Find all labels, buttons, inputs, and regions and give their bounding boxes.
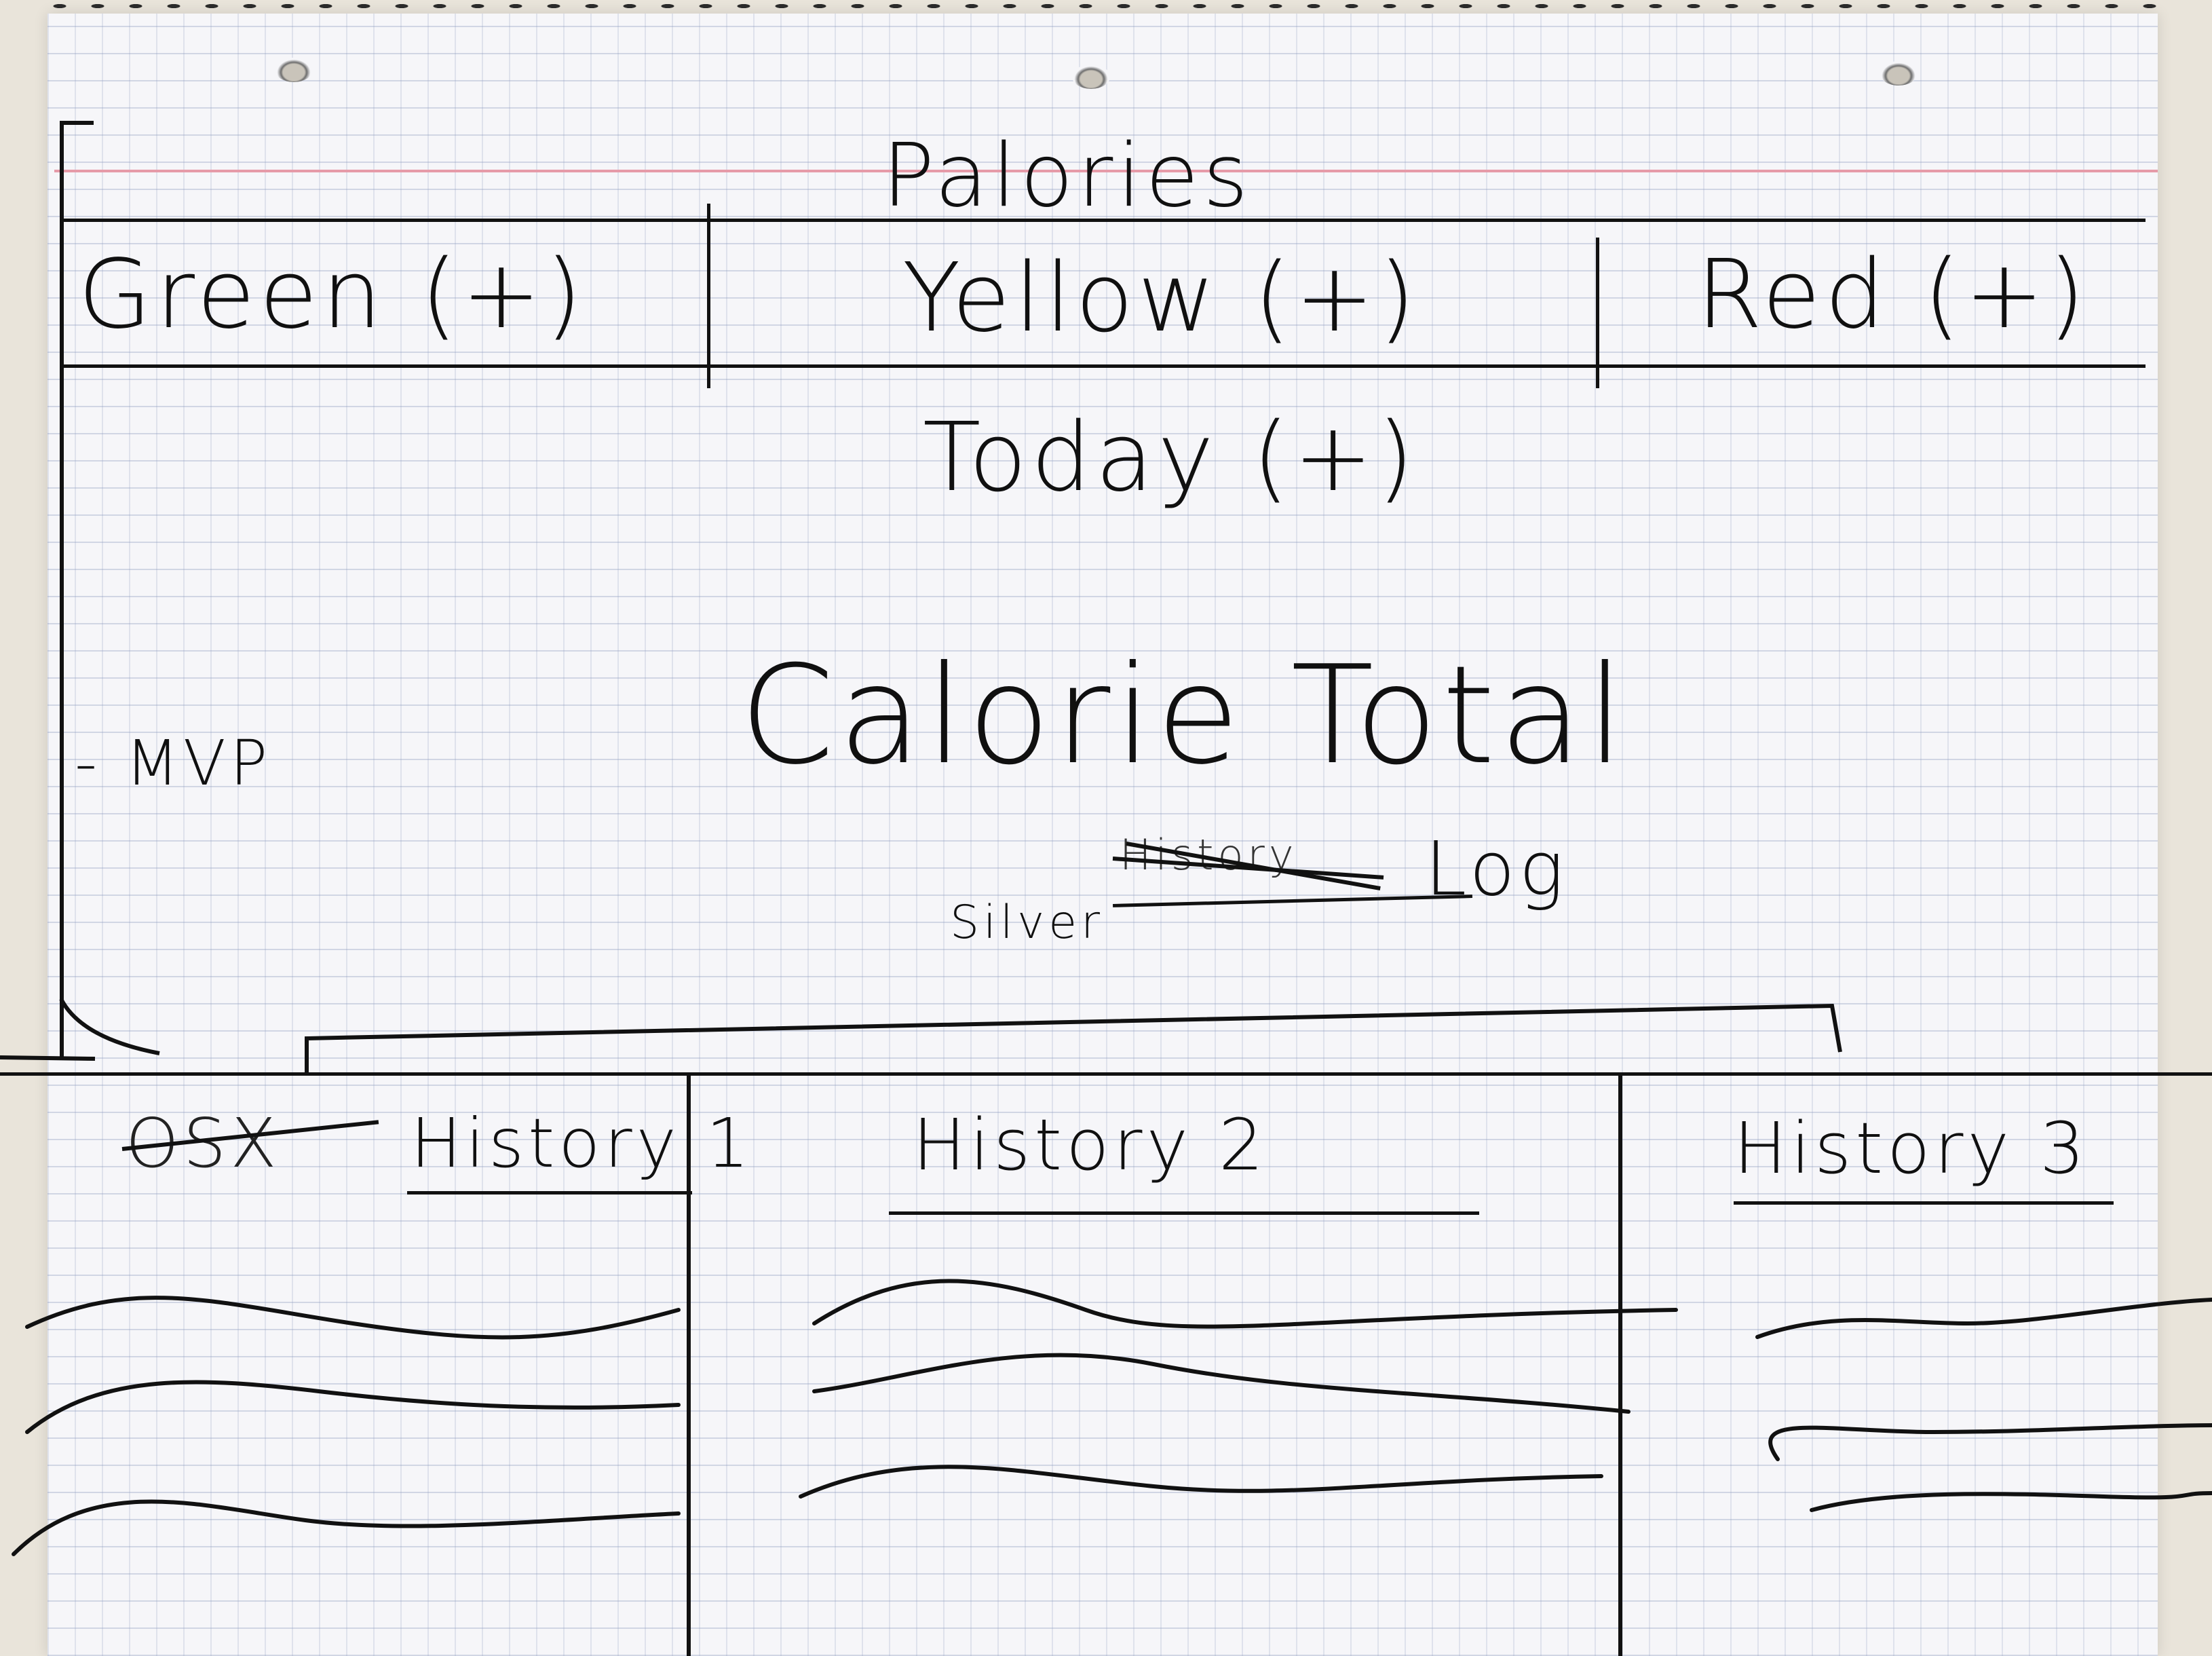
history-1-entry-2 — [25, 1380, 681, 1434]
log-crossed-word: History — [1120, 830, 1298, 880]
rating-divider-1 — [707, 204, 710, 388]
rating-bar-top-line — [62, 219, 2146, 222]
tab-history-2[interactable]: History 2 — [913, 1103, 1267, 1187]
history-2-underline — [889, 1211, 1479, 1215]
tab-history-3[interactable]: History 3 — [1734, 1106, 2089, 1190]
log-label: Log — [1425, 825, 1568, 912]
history-2-entry-2 — [812, 1353, 1631, 1414]
history-3-underline — [1734, 1201, 2114, 1205]
calorie-total-label: Calorie Total — [740, 637, 1628, 795]
tab-history-1[interactable]: History 1 — [411, 1103, 753, 1184]
history-1-entry-3 — [12, 1499, 681, 1556]
history-panel-top-line — [0, 1072, 2212, 1076]
history-bracket — [0, 998, 1842, 1072]
punch-hole-middle — [1072, 64, 1110, 89]
history-2-entry-3 — [799, 1465, 1603, 1499]
history-3-entry-3 — [1810, 1491, 2212, 1512]
frame-left-edge — [60, 122, 64, 1059]
green-add-button[interactable]: Green (+) — [78, 241, 586, 350]
history-1-entry-1 — [25, 1296, 681, 1340]
today-add-button[interactable]: Today (+) — [923, 400, 1418, 516]
spiral-binding — [41, 0, 2158, 12]
history-2-entry-1 — [812, 1279, 1678, 1329]
history-3-entry-1 — [1755, 1298, 2212, 1339]
red-add-button[interactable]: Red (+) — [1696, 241, 2089, 350]
yellow-add-button[interactable]: Yellow (+) — [902, 244, 1419, 353]
mvp-note: - MVP — [75, 727, 272, 799]
rating-divider-2 — [1596, 238, 1599, 388]
frame-corner-tick — [60, 121, 94, 125]
log-insert-word: Silver — [950, 896, 1104, 949]
punch-hole-right — [1880, 61, 1918, 86]
history-1-underline — [407, 1191, 692, 1194]
rating-bar-bottom-line — [62, 364, 2146, 368]
app-title: Palories — [882, 126, 1253, 227]
punch-hole-left — [275, 58, 313, 82]
history-entry-squiggles — [12, 1279, 2212, 1556]
history-3-entry-2 — [1768, 1423, 2212, 1461]
